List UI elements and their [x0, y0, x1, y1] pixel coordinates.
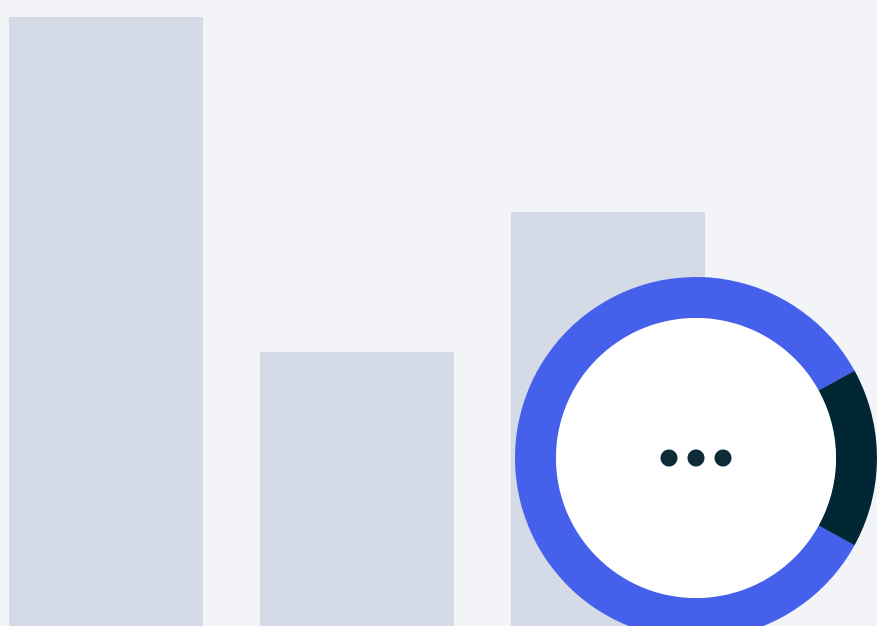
chart-canvas: [0, 0, 877, 626]
more-dot-2: [687, 449, 705, 467]
bar-2: [260, 351, 454, 626]
chart-svg: [9, 17, 877, 626]
bar-1: [9, 17, 203, 626]
more-dot-1: [660, 449, 678, 467]
more-horizontal-icon[interactable]: [660, 449, 732, 467]
more-dot-3: [714, 449, 732, 467]
